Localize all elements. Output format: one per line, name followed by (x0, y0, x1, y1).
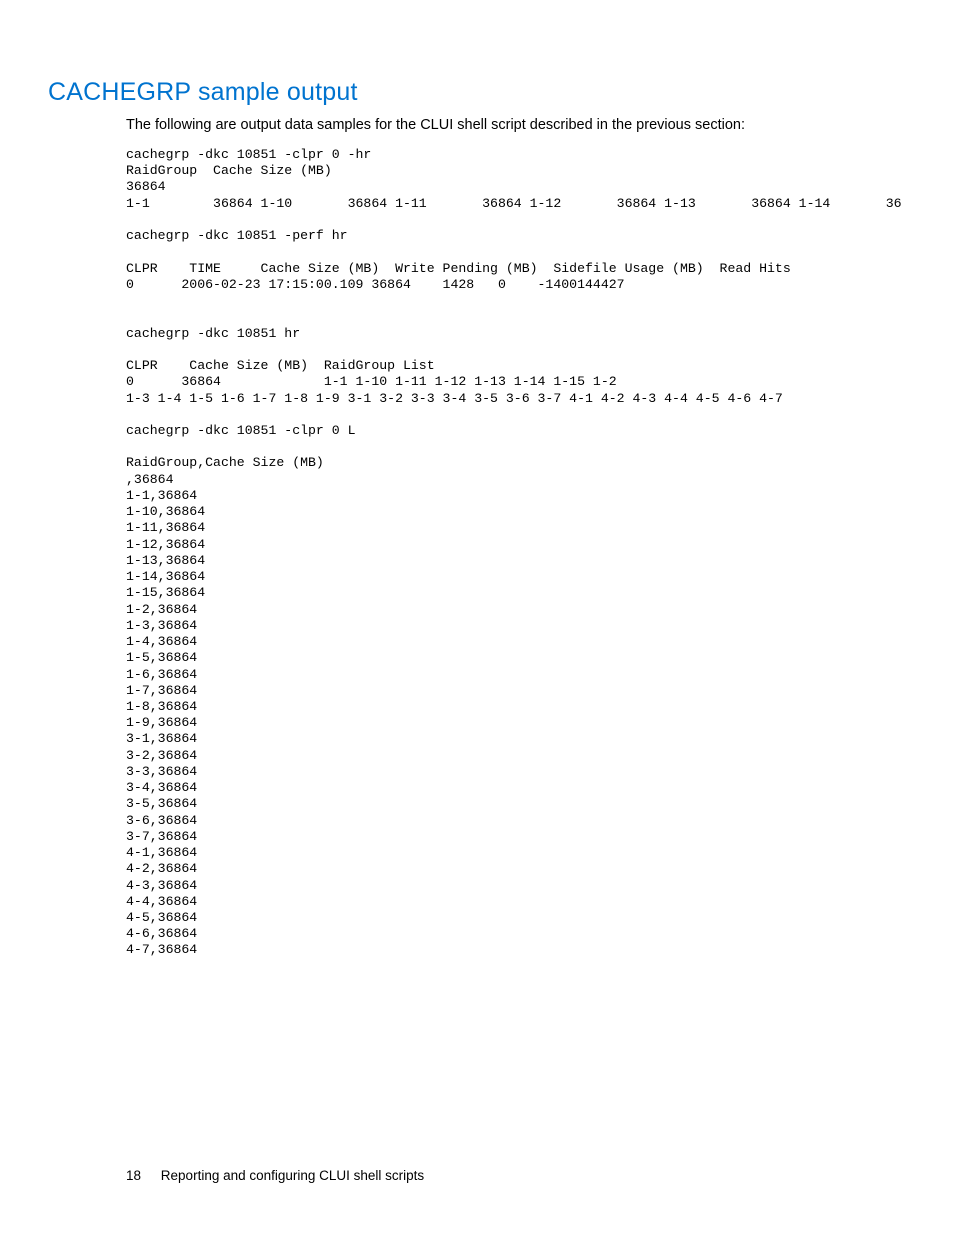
page-footer: 18 Reporting and configuring CLUI shell … (0, 1168, 954, 1183)
code-sample-output: cachegrp -dkc 10851 -clpr 0 -hr RaidGrou… (126, 147, 906, 959)
footer-section-title: Reporting and configuring CLUI shell scr… (161, 1168, 424, 1183)
page-number: 18 (126, 1168, 141, 1183)
intro-paragraph: The following are output data samples fo… (126, 117, 906, 133)
section-heading: CACHEGRP sample output (48, 78, 906, 107)
